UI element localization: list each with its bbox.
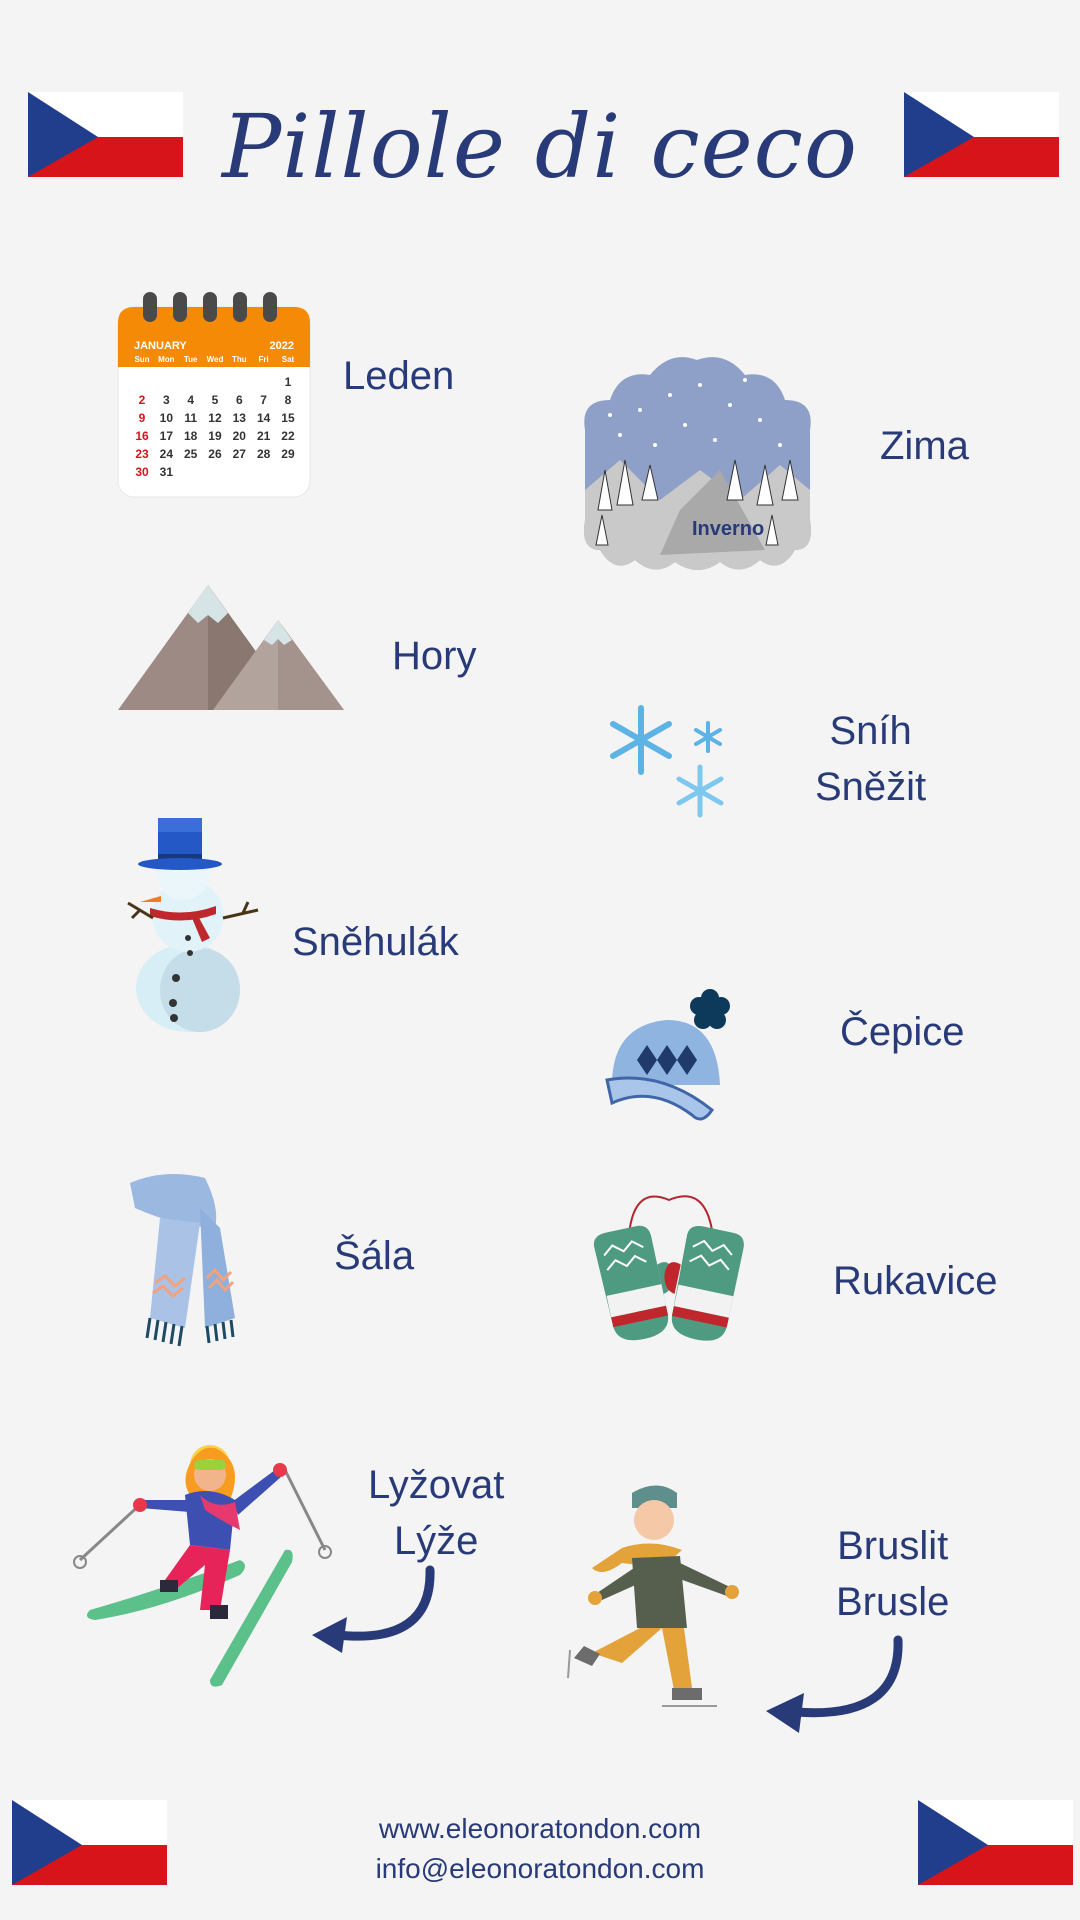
calendar-day	[227, 375, 251, 393]
calendar-day: 2	[138, 393, 146, 407]
calendar-day: 19	[208, 429, 222, 443]
word-brusle: Brusle	[836, 1580, 950, 1624]
ice-skater-icon	[567, 1485, 739, 1707]
winter-landscape-icon: Inverno	[580, 350, 815, 575]
word-snih: Sníh	[829, 709, 912, 753]
word-bruslit-group: Bruslit Brusle	[836, 1518, 949, 1630]
calendar-day	[203, 465, 227, 483]
calendar-day: 18	[183, 429, 198, 443]
curved-arrow-icon	[312, 1565, 435, 1653]
word-snezit: Sněžit	[815, 765, 927, 809]
calendar-day: 1	[284, 375, 292, 389]
mittens-icon	[593, 1195, 744, 1341]
calendar-day: 26	[208, 447, 222, 461]
calendar-day	[154, 375, 178, 393]
word-leden: Leden	[343, 354, 455, 398]
calendar-day: 22	[281, 429, 295, 443]
calendar-weekdays: Sun Mon Tue Wed Thu Fri Sat	[130, 355, 300, 364]
calendar-day: 9	[138, 411, 146, 425]
snowman-icon	[127, 818, 259, 1032]
calendar-day	[276, 465, 300, 483]
calendar-month: JANUARY	[134, 340, 187, 352]
calendar-weekday: Sun	[134, 355, 150, 364]
word-sala: Šála	[334, 1234, 415, 1278]
calendar-day: 27	[232, 447, 246, 461]
calendar-day: 23	[135, 447, 149, 461]
word-hory: Hory	[392, 634, 477, 678]
inverno-label: Inverno	[692, 518, 765, 540]
calendar-year: 2022	[269, 340, 294, 352]
word-bruslit: Bruslit	[837, 1524, 949, 1568]
skier-icon	[73, 1445, 332, 1687]
word-lyzovat-group: Lyžovat Lýže	[368, 1457, 504, 1569]
calendar-day: 5	[211, 393, 219, 407]
word-lyze: Lýže	[393, 1519, 479, 1563]
calendar-day	[179, 375, 203, 393]
curved-arrow-icon	[766, 1635, 903, 1733]
calendar-day: 4	[187, 393, 194, 407]
calendar-weekday: Thu	[231, 355, 247, 364]
footer-email[interactable]: info@eleonoratondon.com	[0, 1849, 1080, 1889]
calendar-day: 29	[281, 447, 295, 461]
scarf-icon	[130, 1174, 235, 1347]
page-title: Pillole di ceco	[222, 95, 858, 198]
calendar-day: 31	[159, 465, 173, 479]
calendar-day: 13	[232, 411, 246, 425]
calendar-week-row: 9 10 11 12 13 14 15	[130, 411, 300, 429]
calendar-weekday: Mon	[158, 355, 175, 364]
calendar-day: 12	[208, 411, 222, 425]
calendar-day	[203, 375, 227, 393]
calendar-day	[179, 465, 203, 483]
calendar-day: 30	[135, 465, 149, 479]
calendar-day: 14	[256, 411, 271, 425]
word-rukavice: Rukavice	[833, 1259, 998, 1303]
word-zima: Zima	[880, 424, 969, 468]
calendar-day	[227, 465, 251, 483]
calendar-day: 24	[159, 447, 173, 461]
word-snih-group: Sníh Sněžit	[815, 703, 926, 815]
calendar-day	[130, 375, 154, 393]
calendar-day: 8	[284, 393, 292, 407]
calendar-day: 20	[232, 429, 246, 443]
calendar-day: 28	[256, 447, 271, 461]
mountains-icon	[118, 585, 344, 710]
calendar-week-row: 1	[130, 375, 300, 393]
calendar-week-row: 2 3 4 5 6 7 8	[130, 393, 300, 411]
word-snehulak: Sněhulák	[292, 920, 459, 964]
calendar-day: 15	[281, 411, 295, 425]
calendar-day: 16	[135, 429, 149, 443]
calendar-day: 25	[183, 447, 198, 461]
winter-hat-icon	[605, 989, 730, 1121]
calendar-icon: JANUARY 2022 Sun Mon Tue Wed Thu Fri Sat 12345…	[117, 292, 311, 498]
calendar-day: 21	[256, 429, 271, 443]
word-cepice: Čepice	[840, 1010, 965, 1054]
calendar-grid: 1 2 3 4 5 6 7 8 9 10 11 12 13 14 15 16 17 18 19 20 21 22 23 24 2…	[130, 375, 300, 483]
calendar-day	[252, 465, 276, 483]
calendar-weekday: Tue	[183, 355, 198, 364]
calendar-weekday: Wed	[206, 355, 224, 364]
footer-website[interactable]: www.eleonoratondon.com	[0, 1809, 1080, 1849]
calendar-day: 7	[260, 393, 267, 407]
calendar-weekday: Sat	[281, 355, 295, 364]
calendar-day: 6	[235, 393, 243, 407]
snowflakes-icon	[610, 705, 724, 818]
calendar-week-row: 23 24 25 26 27 28 29	[130, 447, 300, 465]
calendar-day: 17	[159, 429, 173, 443]
calendar-week-row: 30 31	[130, 465, 300, 483]
calendar-week-row: 16 17 18 19 20 21 22	[130, 429, 300, 447]
calendar-day: 3	[162, 393, 170, 407]
word-lyzovat: Lyžovat	[368, 1463, 505, 1507]
calendar-weekday: Fri	[258, 355, 269, 364]
calendar-day: 10	[159, 411, 173, 425]
calendar-day	[252, 375, 276, 393]
calendar-day: 11	[184, 411, 197, 425]
